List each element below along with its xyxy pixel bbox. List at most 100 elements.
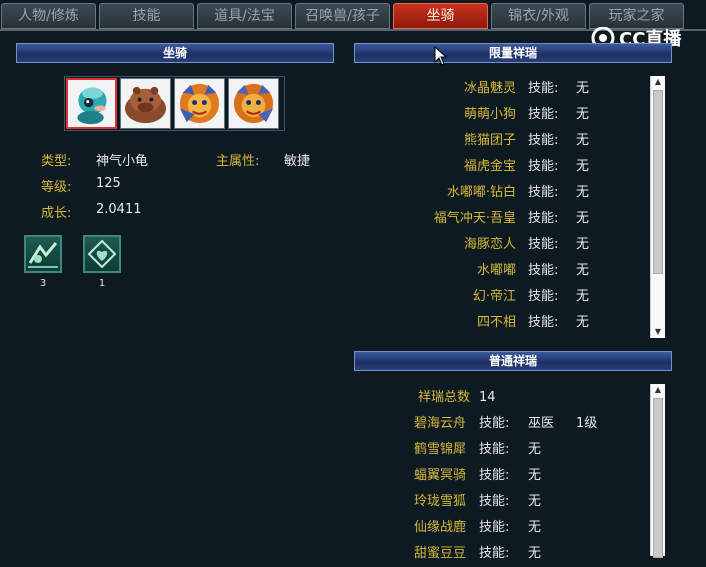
limited-header: 限量祥瑞 <box>354 43 672 63</box>
mount-skill-1-count: 3 <box>39 278 47 289</box>
growth-label: 成长: <box>41 206 72 221</box>
tab-skills[interactable]: 技能 <box>99 3 194 29</box>
total-label: 祥瑞总数 <box>417 390 470 405</box>
skill-label: 技能: <box>528 133 559 148</box>
limited-row[interactable]: 萌萌小狗 技能: 无 <box>354 102 644 128</box>
skill-value: 无 <box>528 520 542 535</box>
limited-row[interactable]: 四不相 技能: 无 <box>354 310 644 336</box>
limited-mount-name: 熊猫团子 <box>463 133 516 148</box>
turtle-mount-icon <box>68 80 115 127</box>
skill-value: 无 <box>576 133 590 148</box>
normal-mount-name: 蝠翼冥骑 <box>413 468 466 483</box>
mount-skill-1[interactable] <box>24 235 62 273</box>
tab-outfit[interactable]: 锦衣/外观 <box>491 3 586 29</box>
skill-value: 无 <box>576 81 590 96</box>
skill-label: 技能: <box>528 81 559 96</box>
scroll-up-arrow-icon[interactable]: ▲ <box>651 76 665 88</box>
lion-mount-icon <box>175 79 224 128</box>
mouse-cursor-icon <box>434 46 448 66</box>
type-label: 类型: <box>41 154 72 169</box>
limited-mount-name: 冰晶魅灵 <box>463 81 516 96</box>
dragon-emblem-icon <box>28 242 58 268</box>
normal-row[interactable]: 仙缘战鹿 技能: 无 <box>354 515 644 541</box>
skill-label: 技能: <box>528 107 559 122</box>
normal-mount-name: 甜蜜豆豆 <box>413 546 466 561</box>
lion-mount-icon <box>229 79 278 128</box>
skill-value: 无 <box>528 442 542 457</box>
level-label: 等级: <box>41 180 72 195</box>
limited-scrollbar[interactable]: ▲ ▼ <box>650 76 665 338</box>
total-row: 祥瑞总数 14 <box>354 385 644 411</box>
normal-row[interactable]: 蝠翼冥骑 技能: 无 <box>354 463 644 489</box>
mount-slot-lion-1[interactable] <box>174 78 225 129</box>
skill-label: 技能: <box>479 416 510 431</box>
heart-crest-icon <box>87 239 117 269</box>
limited-mount-name: 萌萌小狗 <box>463 107 516 122</box>
tab-character[interactable]: 人物/修炼 <box>1 3 96 29</box>
skill-value: 无 <box>576 315 590 330</box>
skill-value: 无 <box>576 159 590 174</box>
skill-label: 技能: <box>528 289 559 304</box>
skill-value: 无 <box>576 289 590 304</box>
limited-mount-name: 水嘟嘟·钻白 <box>446 185 516 200</box>
skill-value: 无 <box>576 107 590 122</box>
skill-value: 巫医 <box>528 416 555 431</box>
skill-value: 无 <box>576 263 590 278</box>
limited-row[interactable]: 幻·帝江 技能: 无 <box>354 284 644 310</box>
skill-value: 无 <box>576 211 590 226</box>
normal-row[interactable]: 鹤雪锦犀 技能: 无 <box>354 437 644 463</box>
limited-row[interactable]: 海豚恋人 技能: 无 <box>354 232 644 258</box>
limited-row[interactable]: 水嘟嘟 技能: 无 <box>354 258 644 284</box>
capybara-mount-icon <box>121 79 170 128</box>
normal-header: 普通祥瑞 <box>354 351 672 371</box>
skill-label: 技能: <box>528 263 559 278</box>
normal-mount-name: 鹤雪锦犀 <box>413 442 466 457</box>
skill-label: 技能: <box>479 520 510 535</box>
normal-mount-name: 碧海云舟 <box>413 416 466 431</box>
main-attribute-value: 敏捷 <box>284 154 311 169</box>
level-value: 125 <box>96 176 121 191</box>
normal-row[interactable]: 玲珑雪狐 技能: 无 <box>354 489 644 515</box>
mount-slot-turtle[interactable] <box>66 78 117 129</box>
limited-row[interactable]: 水嘟嘟·钻白 技能: 无 <box>354 180 644 206</box>
growth-value: 2.0411 <box>96 202 142 217</box>
limited-mount-name: 海豚恋人 <box>463 237 516 252</box>
mount-header: 坐骑 <box>16 43 334 63</box>
normal-mount-name: 玲珑雪狐 <box>413 494 466 509</box>
tab-mount[interactable]: 坐骑 <box>393 3 488 29</box>
limited-mount-name: 幻·帝江 <box>472 289 516 304</box>
scroll-down-arrow-icon[interactable]: ▼ <box>651 326 665 338</box>
mount-skill-2-count: 1 <box>98 278 106 289</box>
skill-label: 技能: <box>528 185 559 200</box>
mount-skill-2[interactable] <box>83 235 121 273</box>
skill-value: 无 <box>576 237 590 252</box>
mount-slot-capybara[interactable] <box>120 78 171 129</box>
tab-summons[interactable]: 召唤兽/孩子 <box>295 3 390 29</box>
skill-label: 技能: <box>528 159 559 174</box>
limited-row[interactable]: 福虎金宝 技能: 无 <box>354 154 644 180</box>
limited-row[interactable]: 熊猫团子 技能: 无 <box>354 128 644 154</box>
limited-row[interactable]: 冰晶魅灵 技能: 无 <box>354 76 644 102</box>
normal-scrollbar[interactable]: ▲ <box>650 384 665 558</box>
normal-mount-name: 仙缘战鹿 <box>413 520 466 535</box>
skill-value: 无 <box>528 468 542 483</box>
skill-label: 技能: <box>479 468 510 483</box>
skill-value: 无 <box>576 185 590 200</box>
limited-mount-name: 福气冲天·吾皇 <box>433 211 516 226</box>
skill-label: 技能: <box>528 237 559 252</box>
skill-label: 技能: <box>479 442 510 457</box>
normal-row[interactable]: 碧海云舟 技能: 巫医 1级 <box>354 411 644 437</box>
mount-slot-lion-2[interactable] <box>228 78 279 129</box>
limited-row[interactable]: 福气冲天·吾皇 技能: 无 <box>354 206 644 232</box>
total-value: 14 <box>479 390 496 405</box>
normal-scroll-thumb[interactable] <box>653 398 663 558</box>
limited-list: 冰晶魅灵 技能: 无萌萌小狗 技能: 无熊猫团子 技能: 无福虎金宝 技能: 无水嘟嘟·钻白 技能… <box>354 74 666 340</box>
scroll-up-arrow-icon[interactable]: ▲ <box>651 384 665 396</box>
tab-items[interactable]: 道具/法宝 <box>197 3 292 29</box>
skill-value: 无 <box>528 494 542 509</box>
skill-label: 技能: <box>528 211 559 226</box>
normal-row[interactable]: 甜蜜豆豆 技能: 无 <box>354 541 644 567</box>
limited-scroll-thumb[interactable] <box>653 90 663 274</box>
normal-list: 祥瑞总数 14 碧海云舟 技能: 巫医 1级 鹤雪锦犀 技能: 无蝠翼冥骑 技能: 无玲珑雪狐技… <box>354 382 666 561</box>
skill-label: 技能: <box>528 315 559 330</box>
